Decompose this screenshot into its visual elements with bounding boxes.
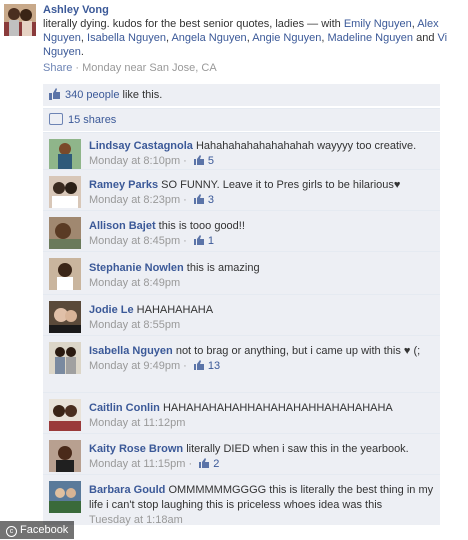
share-icon: [49, 113, 63, 125]
avatar-photo: [49, 217, 81, 249]
comment: Lindsay Castagnola Hahahahahahahahahah w…: [43, 132, 440, 171]
comment-like-count[interactable]: 2: [213, 458, 219, 470]
avatar-photo: [4, 4, 36, 36]
tagged-person[interactable]: Angela Nguyen: [171, 32, 246, 44]
comment-text: this is amazing: [183, 262, 260, 274]
comment-text: literally DIED when i saw this in the ye…: [183, 443, 409, 455]
comment-text: SO FUNNY. Leave it to Pres girls to be h…: [158, 179, 401, 191]
comment-time[interactable]: Monday at 11:12pm: [89, 417, 185, 429]
comment-like-count[interactable]: 3: [208, 194, 214, 206]
post-body: Ashley Vong literally dying. kudos for t…: [43, 3, 463, 75]
facebook-watermark: c Facebook: [0, 521, 75, 539]
comment: Barbara Gould OMMMMMMGGGG this is litera…: [43, 474, 440, 526]
avatar-photo: [49, 440, 81, 472]
thumbs-up-icon: [193, 235, 204, 245]
tagged-person[interactable]: Madeline Nguyen: [327, 32, 413, 44]
comment-text: not to brag or anything, but i came up w…: [172, 345, 421, 357]
commenter-avatar[interactable]: [49, 176, 81, 208]
comment-like-count[interactable]: 13: [208, 360, 220, 372]
comment-time[interactable]: Monday at 8:10pm: [89, 155, 180, 167]
comment-author[interactable]: Kaity Rose Brown: [89, 443, 183, 455]
avatar-photo: [49, 139, 81, 171]
comment-time[interactable]: Monday at 8:49pm: [89, 277, 180, 289]
comment-time[interactable]: Tuesday at 1:18am: [89, 514, 183, 526]
comment-author[interactable]: Jodie Le: [89, 304, 134, 316]
comment-text: Hahahahahahahahahah wayyyy too creative.: [192, 140, 417, 152]
post-text: literally dying. kudos for the best seni…: [43, 18, 305, 30]
with-prefix: — with: [304, 18, 344, 30]
avatar-photo: [49, 258, 81, 290]
tagged-person[interactable]: Angie Nguyen: [252, 32, 321, 44]
comment-time[interactable]: Monday at 8:55pm: [89, 319, 180, 331]
commenter-avatar[interactable]: [49, 139, 81, 171]
avatar-photo: [49, 481, 81, 513]
comment-time[interactable]: Monday at 11:15pm: [89, 458, 185, 470]
comment-time[interactable]: Monday at 8:23pm: [89, 194, 180, 206]
thumbs-up-icon: [193, 155, 204, 165]
copyright-icon: c: [6, 526, 17, 537]
comment-author[interactable]: Stephanie Nowlen: [89, 262, 184, 274]
thumbs-up-icon: [193, 360, 204, 370]
thumbs-up-icon: [193, 194, 204, 204]
comment: Kaity Rose Brown literally DIED when i s…: [43, 433, 440, 474]
comment: Caitlin Conlin HAHAHAHAHAHHAHAHAHAHHAHAH…: [43, 392, 440, 433]
and-label: and: [413, 32, 438, 44]
tagged-person[interactable]: Isabella Nguyen: [87, 32, 166, 44]
commenter-avatar[interactable]: [49, 399, 81, 431]
comment-author[interactable]: Barbara Gould: [89, 484, 165, 496]
shares-bar: 15 shares: [43, 108, 440, 131]
comment-like-count[interactable]: 5: [208, 155, 214, 167]
comment-author[interactable]: Isabella Nguyen: [89, 345, 173, 357]
comment-author[interactable]: Lindsay Castagnola: [89, 140, 193, 152]
post-header: Ashley Vong literally dying. kudos for t…: [0, 0, 468, 80]
post-author-name[interactable]: Ashley Vong: [43, 4, 109, 16]
comment: Stephanie Nowlen this is amazing Monday …: [43, 251, 440, 294]
thumbs-up-icon: [49, 88, 61, 100]
watermark-label: Facebook: [20, 524, 69, 536]
comment: Isabella Nguyen not to brag or anything,…: [43, 335, 440, 392]
comment-author[interactable]: Allison Bajet: [89, 220, 156, 232]
comment-author[interactable]: Ramey Parks: [89, 179, 158, 191]
commenter-avatar[interactable]: [49, 217, 81, 249]
comment: Ramey Parks SO FUNNY. Leave it to Pres g…: [43, 169, 440, 210]
tagged-person[interactable]: Emily Nguyen: [344, 18, 412, 30]
comment-text: HAHAHAHAHAHHAHAHAHAHHAHAHAHAHA: [159, 402, 393, 414]
comment: Allison Bajet this is tooo good!! Monday…: [43, 210, 440, 251]
commenter-avatar[interactable]: [49, 440, 81, 472]
avatar-photo: [49, 342, 81, 374]
commenter-avatar[interactable]: [49, 258, 81, 290]
comment-text: this is tooo good!!: [155, 220, 245, 232]
commenter-avatar[interactable]: [49, 481, 81, 513]
thumbs-up-icon: [199, 458, 210, 468]
comments-list: Lindsay Castagnola Hahahahahahahahahah w…: [43, 132, 440, 526]
commenter-avatar[interactable]: [49, 342, 81, 374]
comment-time[interactable]: Monday at 9:49pm: [89, 360, 180, 372]
post-timestamp-location: · Monday near San Jose, CA: [72, 62, 217, 74]
comment: Jodie Le HAHAHAHAHA Monday at 8:55pm: [43, 294, 440, 335]
comment-text: HAHAHAHAHA: [133, 304, 214, 316]
likes-count-link[interactable]: 340 people: [65, 89, 119, 101]
likes-suffix: like this.: [119, 89, 163, 101]
comment-time[interactable]: Monday at 8:45pm: [89, 235, 180, 247]
likes-bar: 340 people like this.: [43, 84, 440, 106]
avatar-photo: [49, 399, 81, 431]
shares-count-link[interactable]: 15 shares: [68, 114, 116, 126]
post-meta: Share · Monday near San Jose, CA: [43, 61, 463, 75]
commenter-avatar[interactable]: [49, 301, 81, 333]
comment-like-count[interactable]: 1: [208, 235, 214, 247]
author-avatar[interactable]: [4, 4, 36, 36]
share-link[interactable]: Share: [43, 62, 72, 74]
comment-author[interactable]: Caitlin Conlin: [89, 402, 160, 414]
avatar-photo: [49, 176, 81, 208]
avatar-photo: [49, 301, 81, 333]
